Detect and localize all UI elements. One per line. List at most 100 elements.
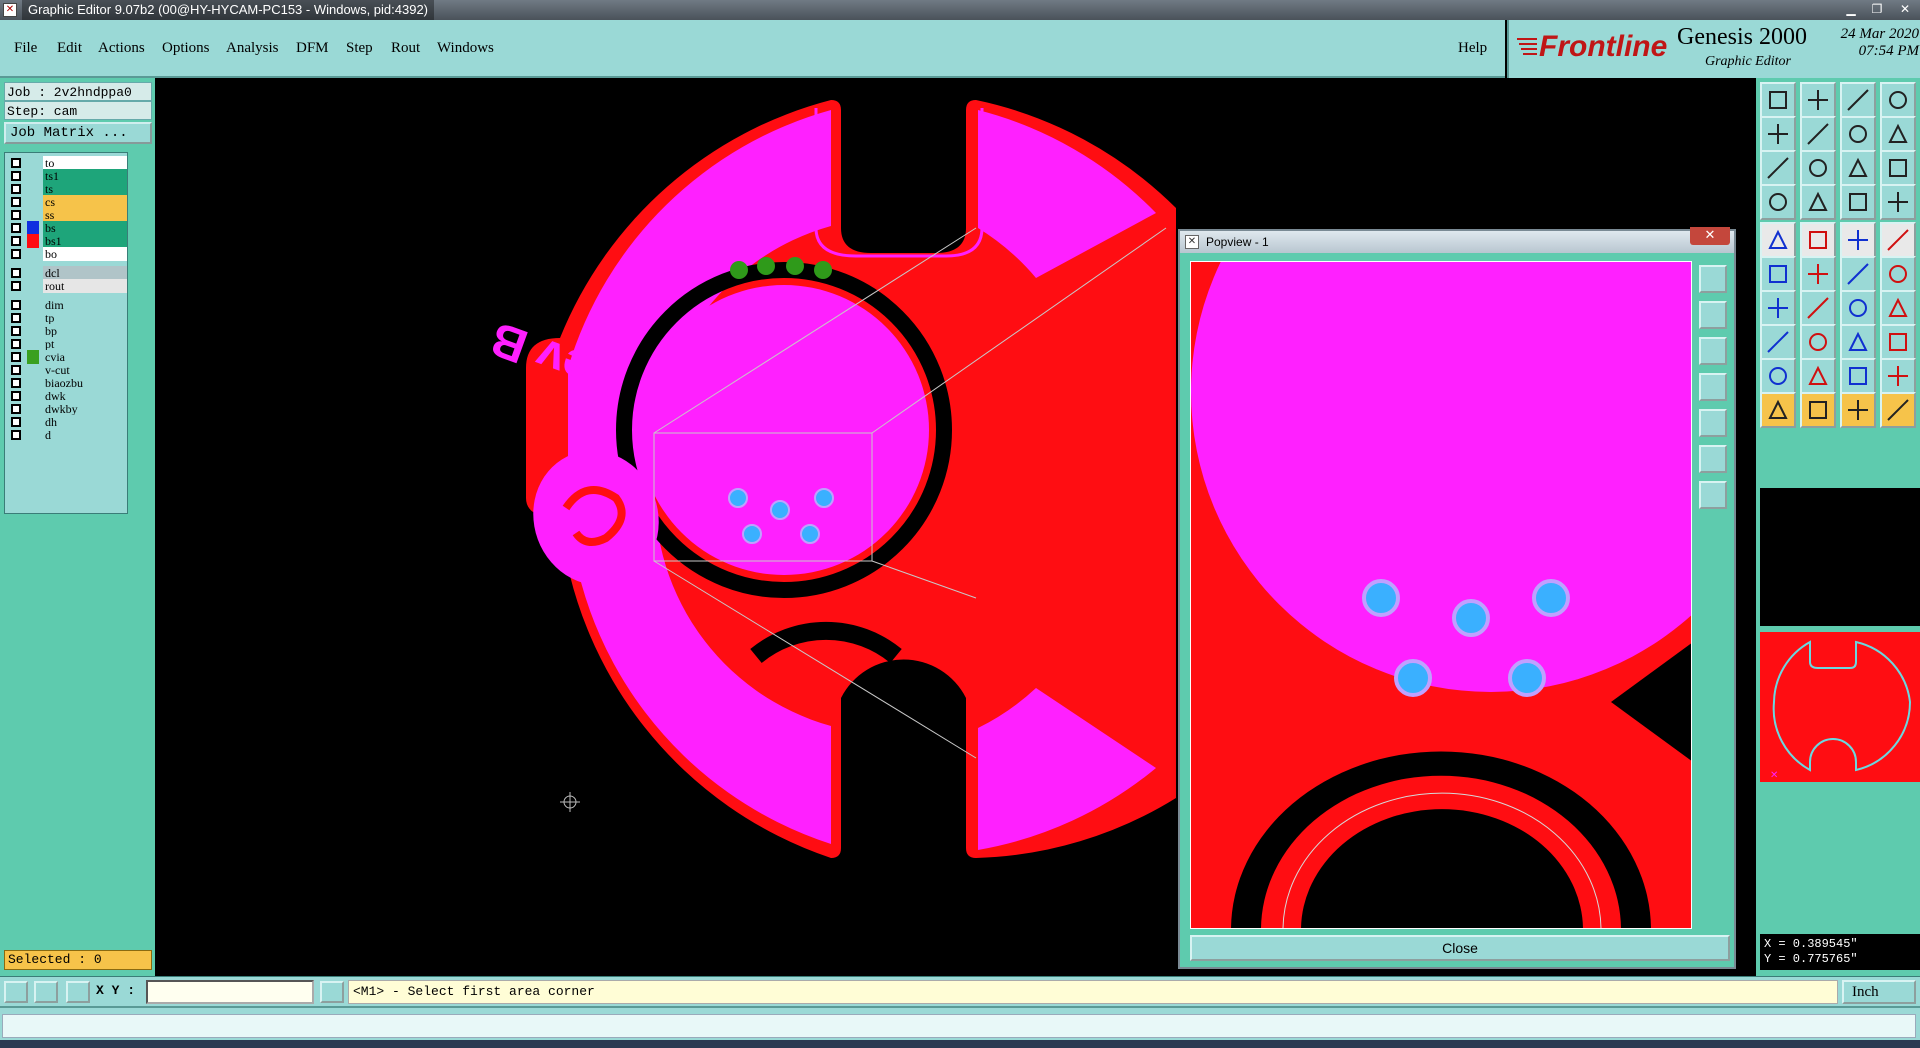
layer-name[interactable]: dim xyxy=(43,298,127,312)
snap-icon[interactable] xyxy=(1760,184,1796,220)
add-line-icon[interactable] xyxy=(1840,256,1876,292)
layer-row-biaozbu[interactable]: biaozbu xyxy=(7,376,127,390)
xy-input[interactable] xyxy=(146,980,314,1004)
arc-icon[interactable] xyxy=(1840,290,1876,326)
pad-icon[interactable] xyxy=(1880,222,1916,258)
layer-checkbox[interactable] xyxy=(11,249,21,259)
layer-checkbox[interactable] xyxy=(11,236,21,246)
menu-help[interactable]: Help xyxy=(1458,40,1487,57)
restore-button[interactable]: ❐ xyxy=(1866,1,1888,17)
save-icon[interactable] xyxy=(1800,82,1836,118)
popview-title-bar[interactable]: ✕ Popview - 1 xyxy=(1180,231,1734,253)
undo-view-icon[interactable] xyxy=(1840,116,1876,152)
layer-checkbox[interactable] xyxy=(11,365,21,375)
polygon-icon[interactable] xyxy=(1760,358,1796,394)
select-pointer-icon[interactable] xyxy=(1800,392,1836,428)
redraw-icon[interactable] xyxy=(1880,116,1916,152)
pan-right-icon[interactable] xyxy=(1800,116,1836,152)
menu-step[interactable]: Step xyxy=(346,40,373,57)
grid-icon[interactable] xyxy=(66,981,90,1003)
measure-icon[interactable] xyxy=(1800,222,1836,258)
help-icon[interactable] xyxy=(1880,150,1916,186)
pointer-icon[interactable] xyxy=(1760,392,1796,428)
layer-row-ts[interactable]: ts xyxy=(7,182,127,196)
layer-checkbox[interactable] xyxy=(11,391,21,401)
popview-center-icon[interactable] xyxy=(1699,481,1727,509)
align-icon[interactable] xyxy=(1840,324,1876,360)
layer-name[interactable]: v-cut xyxy=(43,363,127,377)
select-feature-icon[interactable] xyxy=(1760,222,1796,258)
open-job-icon[interactable] xyxy=(1760,82,1796,118)
layer-up-icon[interactable] xyxy=(1840,184,1876,220)
layer-row-dcl[interactable]: dcl xyxy=(7,266,127,280)
popview-fit-icon[interactable] xyxy=(1699,445,1727,473)
layer-row-ts1[interactable]: ts1 xyxy=(7,169,127,183)
layer-name[interactable]: tp xyxy=(43,311,127,325)
layer-name[interactable]: d xyxy=(43,428,127,442)
layer-name[interactable]: bp xyxy=(43,324,127,338)
pick-pointer-icon[interactable] xyxy=(1840,392,1876,428)
layer-row-dim[interactable]: dim xyxy=(7,298,127,312)
close-window-button[interactable]: ✕ xyxy=(1894,1,1916,17)
layer-name[interactable]: to xyxy=(43,156,127,170)
layer-checkbox[interactable] xyxy=(11,281,21,291)
layer-checkbox[interactable] xyxy=(11,313,21,323)
layer-checkbox[interactable] xyxy=(11,404,21,414)
menu-rout[interactable]: Rout xyxy=(391,40,420,57)
layer-name[interactable]: rout xyxy=(43,279,127,293)
layer-row-ss[interactable]: ss xyxy=(7,208,127,222)
layout-icon[interactable] xyxy=(1880,82,1916,118)
popview-pan-down-icon[interactable] xyxy=(1699,337,1727,365)
grid-icon[interactable] xyxy=(1800,184,1836,220)
menu-windows[interactable]: Windows xyxy=(437,40,494,57)
layer-checkbox[interactable] xyxy=(11,300,21,310)
popview-close-button[interactable]: Close xyxy=(1190,935,1730,961)
layer-name[interactable]: bs1 xyxy=(43,234,127,248)
layer-name[interactable]: cs xyxy=(43,195,127,209)
layer-name[interactable]: dwkby xyxy=(43,402,127,416)
text-cursor-icon[interactable] xyxy=(320,981,344,1003)
layer-row-bs[interactable]: bs xyxy=(7,221,127,235)
add-pad-icon[interactable] xyxy=(1880,256,1916,292)
popview-close-x-button[interactable]: ✕ xyxy=(1690,227,1730,245)
layer-name[interactable]: ss xyxy=(43,208,127,222)
connect-icon[interactable] xyxy=(1760,256,1796,292)
minimize-button[interactable]: ▁ xyxy=(1840,1,1862,17)
popview-canvas[interactable] xyxy=(1190,261,1692,929)
layer-checkbox[interactable] xyxy=(11,184,21,194)
popview-pan-left-icon[interactable] xyxy=(1699,373,1727,401)
zoom-window-icon[interactable] xyxy=(4,981,28,1003)
menu-dfm[interactable]: DFM xyxy=(296,40,329,57)
text-edit-icon[interactable] xyxy=(1880,290,1916,326)
popview-pan-right-icon[interactable] xyxy=(1699,409,1727,437)
trim-icon[interactable] xyxy=(1800,324,1836,360)
layer-row-d[interactable]: d xyxy=(7,428,127,442)
menu-analysis[interactable]: Analysis xyxy=(226,40,279,57)
copy-icon[interactable] xyxy=(1880,324,1916,360)
layer-checkbox[interactable] xyxy=(11,430,21,440)
layer-row-dh[interactable]: dh xyxy=(7,415,127,429)
menu-options[interactable]: Options xyxy=(162,40,210,57)
layer-checkbox[interactable] xyxy=(11,339,21,349)
layer-name[interactable]: pt xyxy=(43,337,127,351)
layer-name[interactable]: dcl xyxy=(43,266,127,280)
unit-selector[interactable]: Inch xyxy=(1842,980,1916,1004)
layer-row-bp[interactable]: bp xyxy=(7,324,127,338)
line-icon[interactable] xyxy=(1800,290,1836,326)
layer-row-to[interactable]: to xyxy=(7,156,127,170)
delete-icon[interactable] xyxy=(1800,256,1836,292)
layer-name[interactable]: bs xyxy=(43,221,127,235)
layer-row-cvia[interactable]: cvia xyxy=(7,350,127,364)
layer-checkbox[interactable] xyxy=(11,268,21,278)
layer-name[interactable]: ts xyxy=(43,182,127,196)
layer-row-v-cut[interactable]: v-cut xyxy=(7,363,127,377)
layer-checkbox[interactable] xyxy=(11,210,21,220)
layer-name[interactable]: dwk xyxy=(43,389,127,403)
surface-icon[interactable] xyxy=(1800,358,1836,394)
job-matrix-button[interactable]: Job Matrix ... xyxy=(4,122,152,144)
layer-row-dwk[interactable]: dwk xyxy=(7,389,127,403)
layer-row-dwkby[interactable]: dwkby xyxy=(7,402,127,416)
layer-name[interactable]: cvia xyxy=(43,350,127,364)
layer-checkbox[interactable] xyxy=(11,378,21,388)
move-icon[interactable] xyxy=(1760,324,1796,360)
